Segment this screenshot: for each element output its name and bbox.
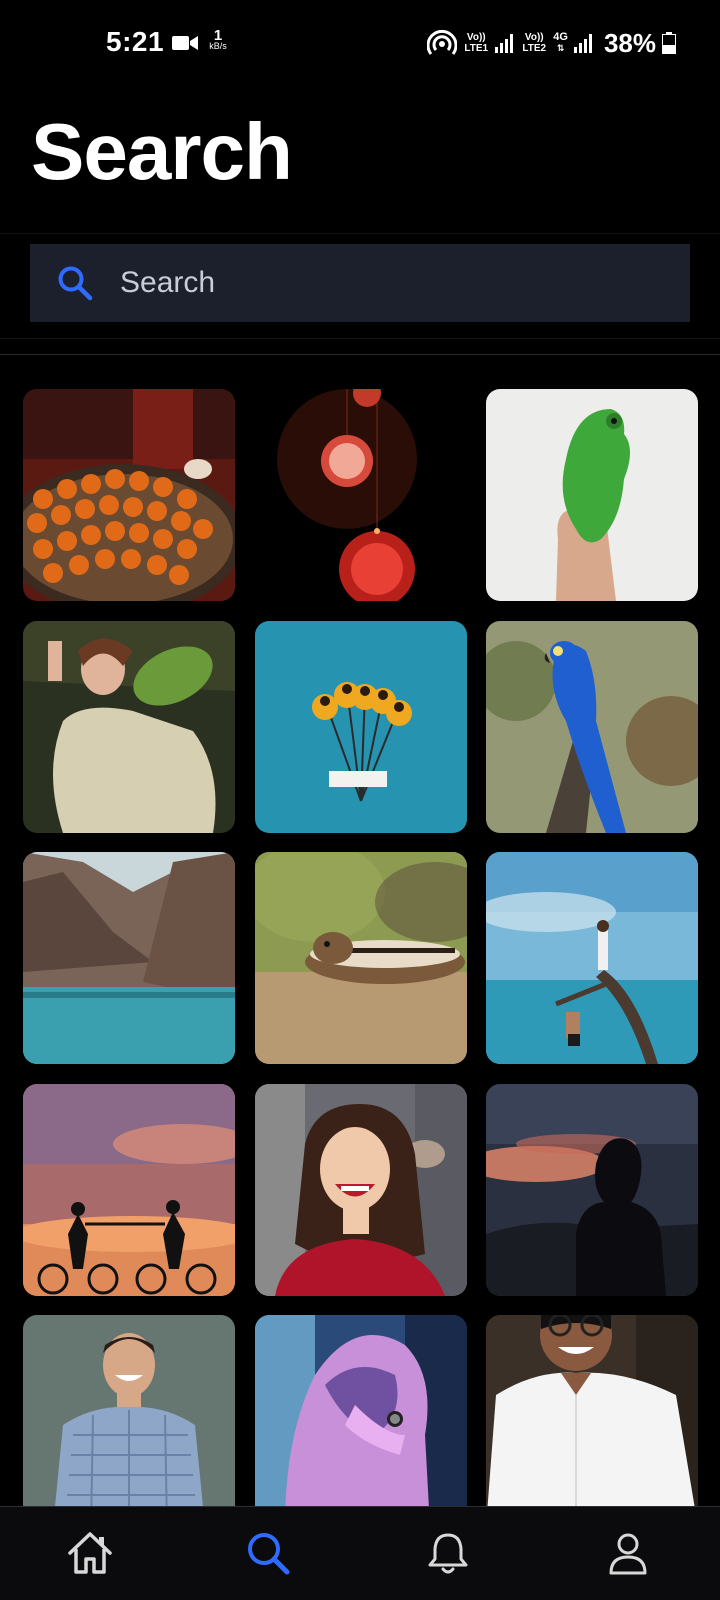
status-bar: 5:21 1 kB/s Vo)) LTE1 Vo)) LTE2 4G ⇅ 38% [0,0,720,90]
nav-search[interactable] [238,1525,298,1581]
photo-tile-woman-leaf[interactable] [23,621,235,833]
signal-sim1-icon [495,34,514,53]
photo-tile-cyclists[interactable] [23,1084,235,1296]
status-time: 5:21 [106,26,165,57]
profile-icon [609,1533,647,1575]
battery-percent: 38% [603,27,656,58]
hotspot-icon [427,29,458,55]
video-camera-icon [172,36,198,50]
nav-home[interactable] [60,1525,120,1581]
bottom-nav [0,1506,720,1600]
nav-profile[interactable] [598,1525,658,1581]
photo-tile-chipmunk[interactable] [255,852,467,1064]
photo-tile-sea-tree[interactable] [486,852,698,1064]
status-indicators: Vo)) LTE1 Vo)) LTE2 4G ⇅ 38% [427,26,676,60]
page-title: Search [31,107,293,196]
photo-tile-flowers[interactable] [255,621,467,833]
search-icon [248,1533,290,1575]
divider [0,354,720,355]
photo-tile-man-glasses[interactable] [486,1315,698,1506]
photo-tile-hooded-neon[interactable] [255,1315,467,1506]
battery-icon [662,32,676,54]
network-type: 4G ⇅ [553,31,568,54]
photo-tile-chameleon[interactable] [486,389,698,601]
photo-tile-mountain-lake[interactable] [23,852,235,1064]
photo-tile-silhouette[interactable] [486,1084,698,1296]
network-speed: 1 kB/s [209,27,227,51]
search-icon [58,266,93,301]
search-input[interactable] [120,244,670,322]
photo-tile-smiling-man[interactable] [23,1315,235,1506]
photo-grid [23,389,698,1506]
divider [0,338,720,339]
photo-tile-persimmons[interactable] [23,389,235,601]
photo-tile-lanterns[interactable] [255,389,467,601]
nav-notifications[interactable] [418,1525,478,1581]
photo-tile-macaw[interactable] [486,621,698,833]
signal-sim2-icon [573,34,592,53]
bell-icon [428,1533,468,1574]
sim1-label: Vo)) LTE1 [464,32,489,54]
divider [0,233,720,234]
photo-tile-smiling-woman[interactable] [255,1084,467,1296]
sim2-label: Vo)) LTE2 [522,32,547,54]
home-icon [68,1532,112,1574]
search-bar[interactable] [30,244,690,322]
